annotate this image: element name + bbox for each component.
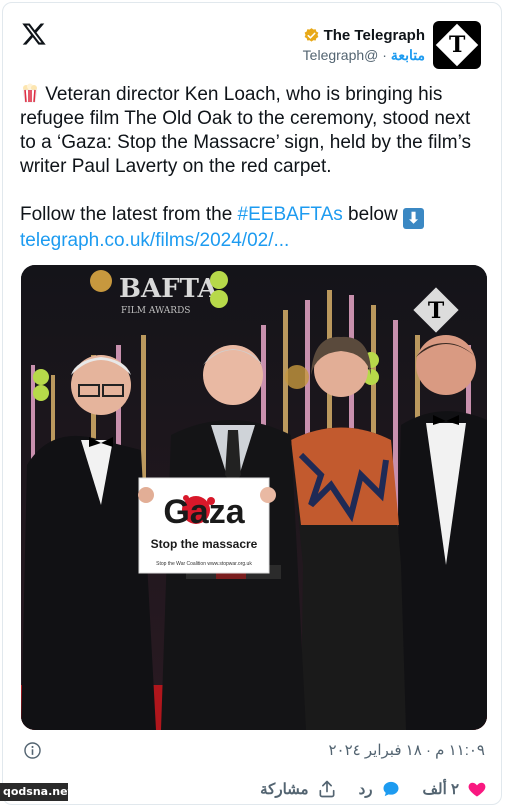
reply-label: رد	[358, 781, 373, 798]
telegraph-logo-icon: T	[448, 32, 466, 58]
down-arrow-emoji-icon: ⬇	[402, 208, 424, 229]
tweet-card: The Telegraph متابعة · @Telegraph T Vete…	[2, 2, 502, 805]
reply-bubble-icon	[383, 781, 398, 797]
tweet-text: Veteran director Ken Loach, who is bring…	[20, 83, 490, 253]
bafta-backdrop-title: BAFTA	[119, 274, 219, 304]
reply-button[interactable]: رد	[359, 779, 401, 799]
handle-row: متابعة · @Telegraph	[303, 47, 425, 64]
author-text: The Telegraph متابعة · @Telegraph	[303, 27, 425, 64]
action-bar: ٢ ألف رد مشاركة	[243, 776, 487, 802]
site-watermark: qodsna.net	[0, 783, 73, 801]
popcorn-emoji-icon	[22, 83, 38, 103]
share-button[interactable]: مشاركة	[260, 779, 336, 799]
info-icon[interactable]	[23, 741, 42, 760]
author-name[interactable]: The Telegraph	[324, 27, 425, 44]
heart-icon	[468, 782, 486, 797]
sign-subtitle: Stop the massacre	[151, 537, 258, 551]
x-logo-icon[interactable]	[21, 21, 47, 47]
like-count: ٢ ألف	[422, 781, 460, 798]
sign-footer: Stop the War Coalition www.stopwar.org.u…	[156, 561, 252, 567]
tweet-photo[interactable]: BAFTA FILM AWARDS T Gaza Stop the massac…	[21, 265, 487, 730]
article-link[interactable]: telegraph.co.uk/films/2024/02/...	[20, 230, 289, 251]
verified-badge-icon	[304, 27, 318, 42]
bafta-backdrop-sub: FILM AWARDS	[121, 306, 190, 316]
avatar[interactable]: T	[433, 21, 481, 69]
telegraph-watermark-letter: T	[428, 298, 445, 324]
gaza-sign: Gaza Stop the massacre Stop the War Coal…	[138, 477, 276, 574]
follow-button[interactable]: متابعة	[391, 47, 425, 63]
author-block[interactable]: The Telegraph متابعة · @Telegraph T	[303, 21, 481, 69]
separator: ·	[382, 46, 387, 63]
tweet-body: Veteran director Ken Loach, who is bring…	[20, 84, 471, 177]
share-icon	[319, 780, 335, 798]
share-label: مشاركة	[260, 781, 309, 798]
timestamp[interactable]: ١١:٠٩ م · ١٨ فبراير ٢٠٢٤	[329, 741, 486, 759]
follow-suffix: below	[342, 204, 398, 225]
follow-prefix: Follow the latest from the	[20, 204, 238, 225]
author-handle[interactable]: @Telegraph	[303, 47, 379, 63]
hashtag-link[interactable]: #EEBAFTAs	[238, 204, 343, 225]
sign-word: Gaza	[163, 493, 245, 531]
tweet-meta: ١١:٠٩ م · ١٨ فبراير ٢٠٢٤	[23, 740, 485, 760]
like-button[interactable]: ٢ ألف	[423, 779, 488, 799]
